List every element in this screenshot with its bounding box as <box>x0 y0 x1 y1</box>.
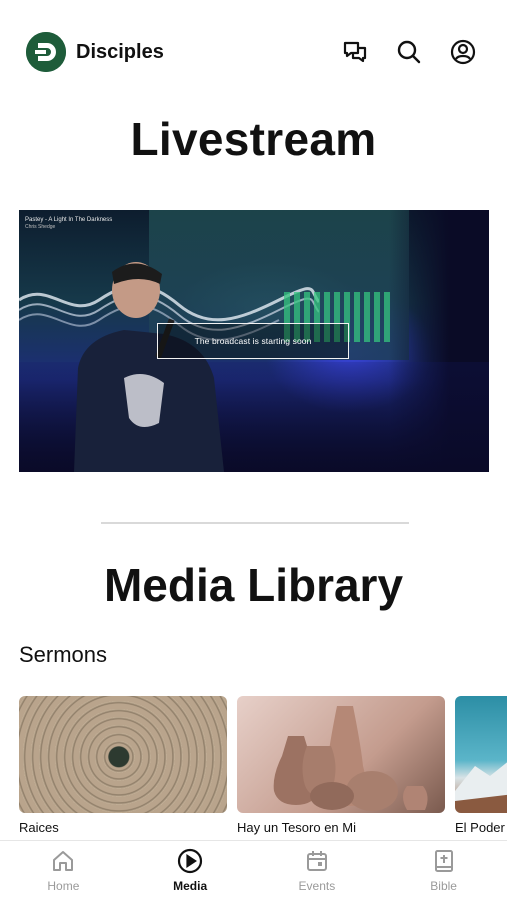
sermon-card-el-poder[interactable]: El Poder <box>455 696 507 835</box>
sermon-card-label: Hay un Tesoro en Mi <box>237 820 356 835</box>
tab-label: Home <box>47 879 80 893</box>
disciples-logo[interactable] <box>26 32 66 72</box>
video-subtitle: Chris Shedge <box>25 224 56 230</box>
header-actions <box>341 38 477 66</box>
sermons-carousel[interactable]: Raices Hay un Tesoro en Mi El Poder <box>19 696 507 841</box>
sermon-thumbnail <box>237 696 445 813</box>
livestream-title: Livestream <box>130 113 377 165</box>
media-library-title: Media Library <box>103 559 404 611</box>
tab-label: Media <box>173 879 208 893</box>
calendar-icon <box>304 848 330 874</box>
play-circle-icon <box>177 848 203 874</box>
bible-icon <box>431 848 457 874</box>
mountain-graphic <box>455 762 507 813</box>
chat-icon[interactable] <box>341 38 369 66</box>
app-header: Disciples <box>26 30 477 74</box>
search-icon[interactable] <box>395 38 423 66</box>
sermons-row-title: Sermons <box>19 642 108 667</box>
tab-events[interactable]: Events <box>254 841 381 900</box>
vases-graphic <box>273 706 428 811</box>
bottom-tab-bar: Home Media Events Bible <box>0 840 507 900</box>
home-icon <box>50 848 76 874</box>
account-icon[interactable] <box>449 38 477 66</box>
sermon-thumbnail <box>19 696 227 813</box>
tab-media[interactable]: Media <box>127 841 254 900</box>
logo-mark-icon <box>26 32 66 72</box>
broadcast-notice: The broadcast is starting soon <box>157 323 349 359</box>
sermon-card-tesoro[interactable]: Hay un Tesoro en Mi <box>237 696 445 835</box>
sermon-thumbnail <box>455 696 507 813</box>
tab-bible[interactable]: Bible <box>380 841 507 900</box>
section-divider <box>101 522 409 524</box>
tab-label: Bible <box>430 879 457 893</box>
sermon-card-label: Raices <box>19 820 59 835</box>
tab-label: Events <box>298 879 336 893</box>
video-title: Pastey - A Light In The Darkness <box>25 217 113 223</box>
sermon-card-raices[interactable]: Raices <box>19 696 227 835</box>
sermon-card-label: El Poder <box>455 820 505 835</box>
singer-silhouette <box>74 262 224 472</box>
livestream-player[interactable]: Pastey - A Light In The Darkness Chris S… <box>19 210 489 472</box>
tab-home[interactable]: Home <box>0 841 127 900</box>
brand-name: Disciples <box>76 40 164 63</box>
